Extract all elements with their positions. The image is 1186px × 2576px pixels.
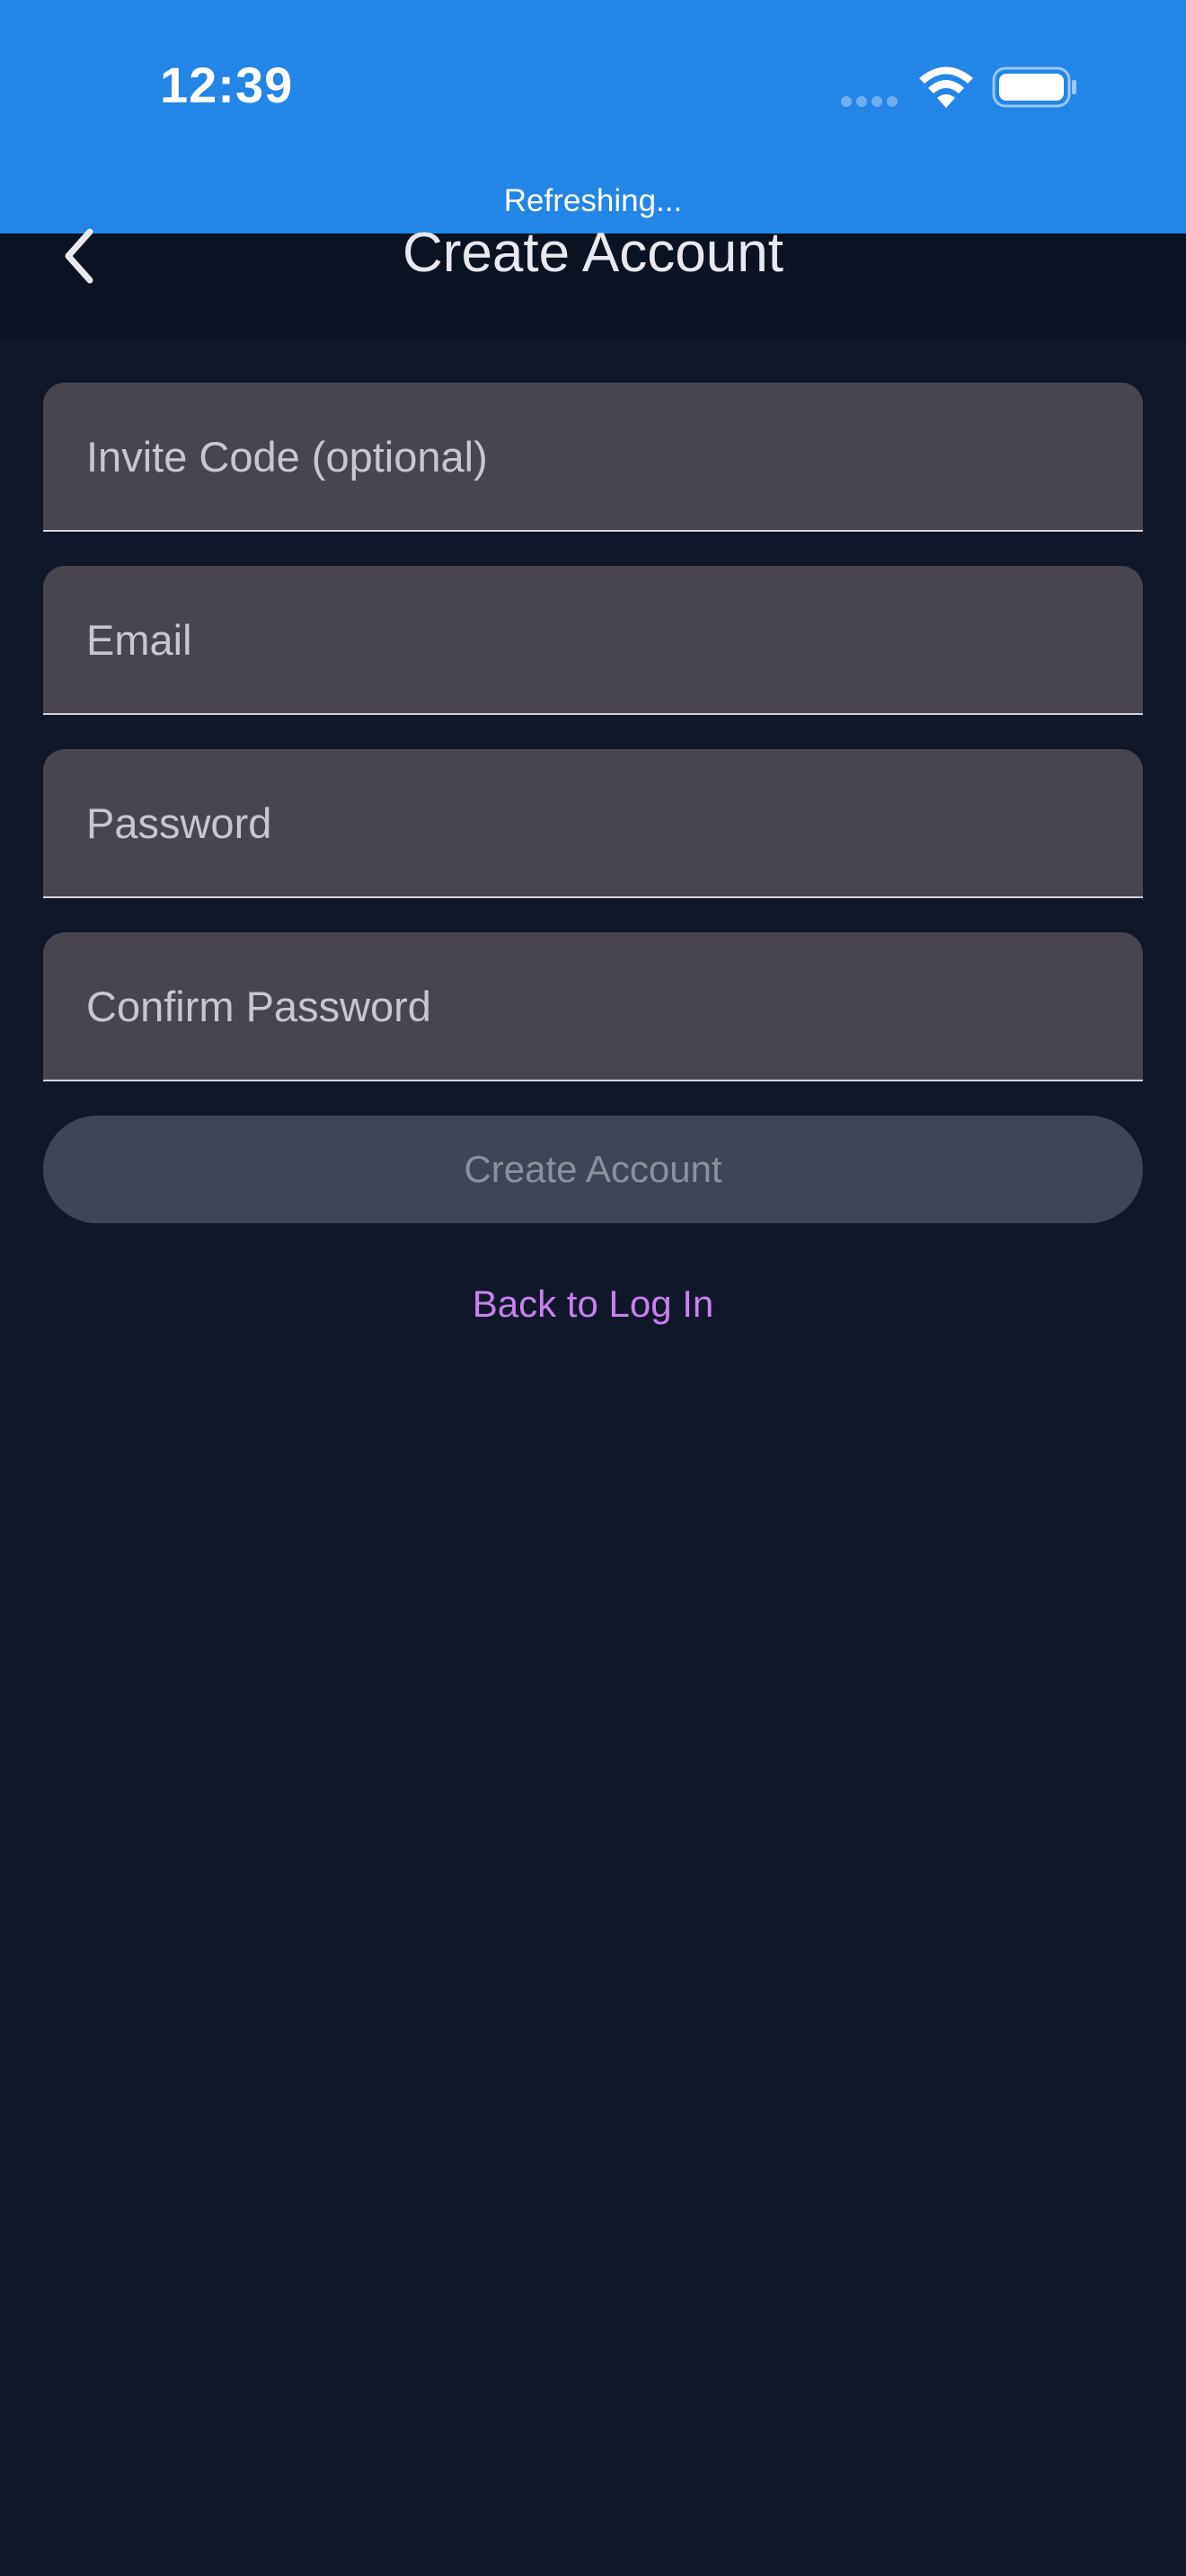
status-bar: 12:39 Refreshing...	[0, 0, 1186, 234]
page-title: Create Account	[403, 222, 783, 284]
password-input[interactable]	[43, 749, 1143, 896]
email-input[interactable]	[43, 566, 1143, 713]
invite-code-input[interactable]	[43, 383, 1143, 530]
confirm-password-input[interactable]	[43, 932, 1143, 1080]
invite-code-field[interactable]	[43, 383, 1143, 532]
password-field[interactable]	[43, 749, 1143, 898]
status-time: 12:39	[160, 57, 294, 113]
confirm-password-field[interactable]	[43, 932, 1143, 1081]
wifi-icon	[919, 66, 973, 108]
back-to-login-link[interactable]: Back to Log In	[0, 1283, 1186, 1326]
battery-icon	[992, 66, 1076, 108]
cellular-signal-icon	[841, 95, 902, 107]
create-account-button[interactable]: Create Account	[43, 1116, 1143, 1223]
refreshing-indicator: Refreshing...	[503, 183, 683, 218]
email-field[interactable]	[43, 566, 1143, 715]
